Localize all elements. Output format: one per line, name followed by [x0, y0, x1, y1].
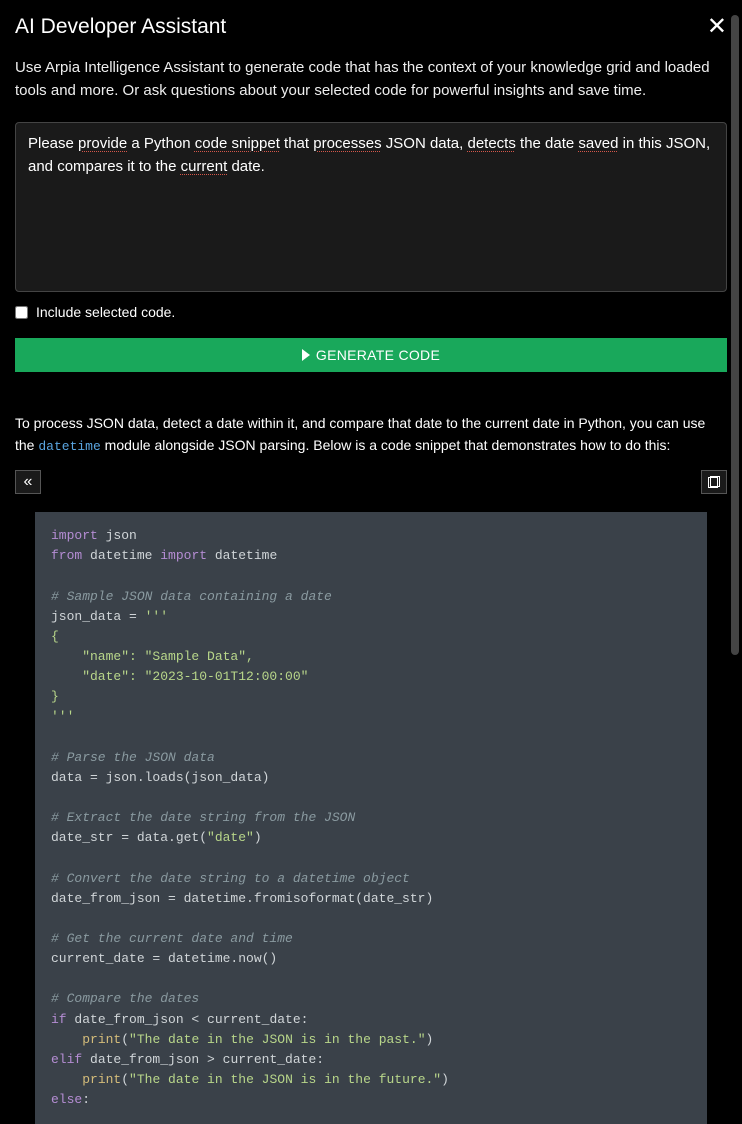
response-section: To process JSON data, detect a date with… — [15, 412, 727, 1124]
include-code-label: Include selected code. — [36, 304, 175, 320]
code-block[interactable]: import json from datetime import datetim… — [35, 512, 707, 1124]
prompt-input[interactable]: Please provide a Python code snippet tha… — [15, 122, 727, 292]
include-code-row: Include selected code. — [15, 304, 727, 320]
scrollbar[interactable] — [731, 15, 739, 665]
generate-button-label: GENERATE CODE — [316, 347, 440, 363]
chevron-left-double-icon — [24, 473, 33, 491]
dialog-description: Use Arpia Intelligence Assistant to gene… — [15, 57, 727, 102]
copy-icon — [708, 476, 720, 488]
include-code-checkbox[interactable] — [15, 306, 28, 319]
dialog-title: AI Developer Assistant — [15, 15, 226, 39]
play-icon — [302, 349, 310, 361]
close-button[interactable]: ✕ — [707, 15, 727, 39]
response-intro: To process JSON data, detect a date with… — [15, 412, 727, 458]
collapse-button[interactable] — [15, 470, 41, 494]
code-toolbar — [15, 470, 727, 494]
response-intro-after: module alongside JSON parsing. Below is … — [101, 437, 671, 453]
close-icon: ✕ — [707, 13, 727, 40]
dialog-header: AI Developer Assistant ✕ — [15, 15, 727, 39]
scrollbar-thumb[interactable] — [731, 15, 739, 655]
copy-button[interactable] — [701, 470, 727, 494]
inline-code-datetime: datetime — [38, 439, 100, 454]
code-block-wrapper: import json from datetime import datetim… — [15, 512, 727, 1124]
generate-code-button[interactable]: GENERATE CODE — [15, 338, 727, 372]
